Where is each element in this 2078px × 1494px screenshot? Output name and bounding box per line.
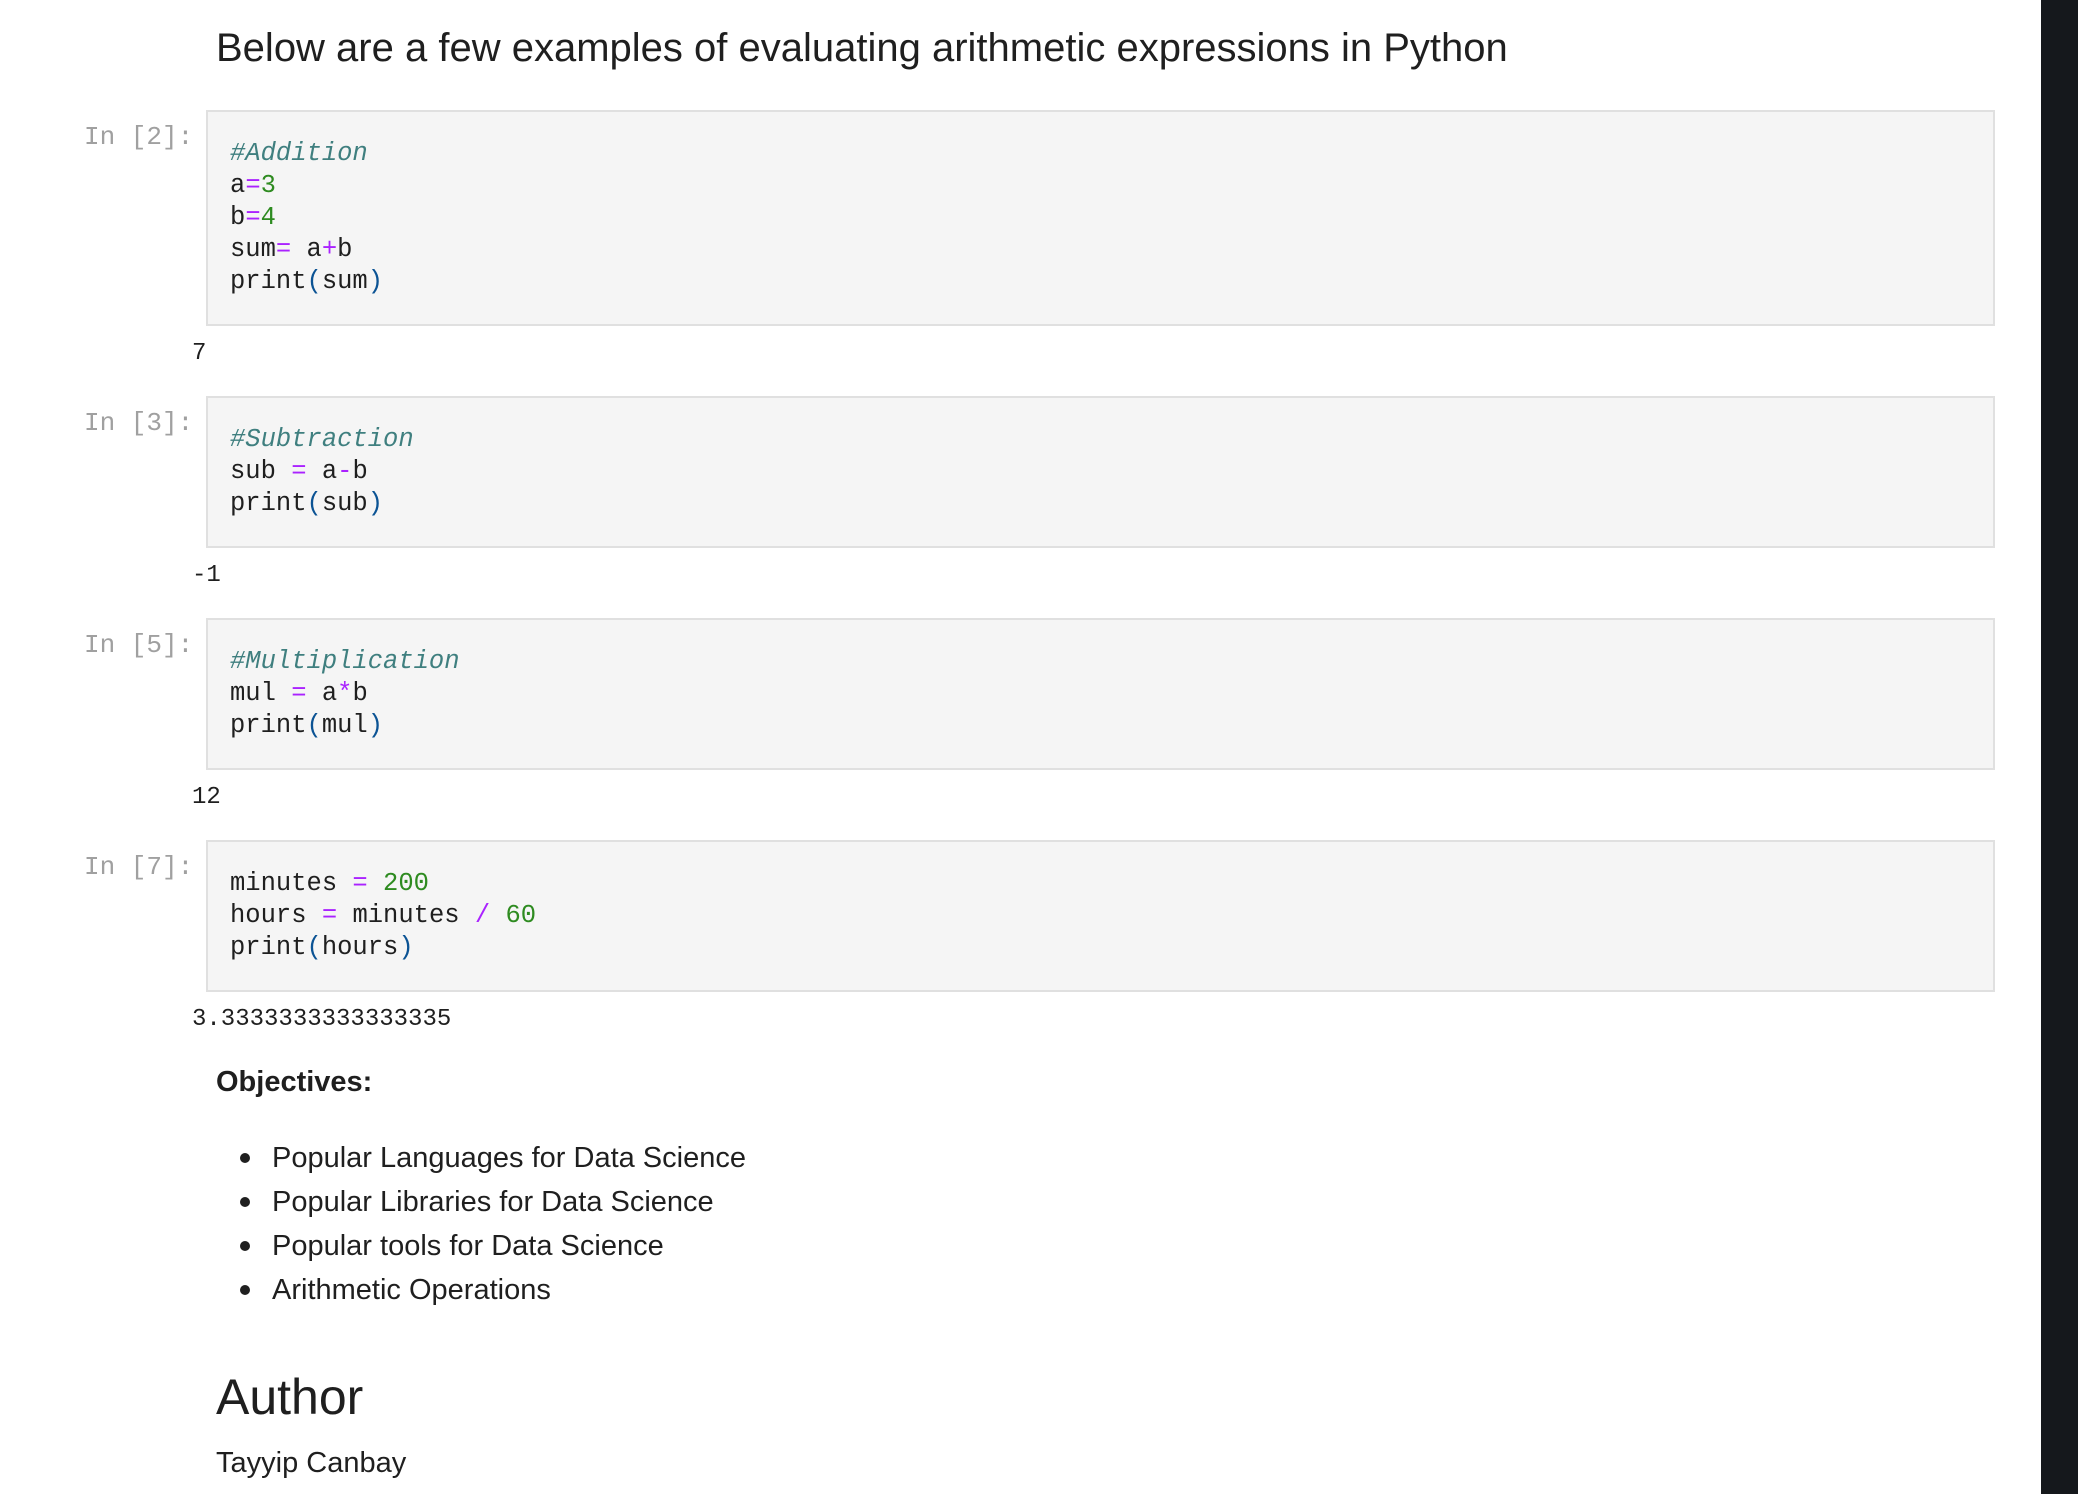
code-line: print(sum)	[230, 266, 1993, 298]
code-token: b	[352, 679, 368, 708]
code-line: print(sub)	[230, 488, 1993, 520]
code-line: sub = a-b	[230, 456, 1993, 488]
code-token: 4	[260, 203, 276, 232]
objectives-list: Popular Languages for Data Science Popul…	[240, 1136, 746, 1312]
code-token: (	[306, 267, 322, 296]
cell-prompt: In [2]:	[84, 122, 194, 152]
code-token: minutes	[337, 901, 475, 930]
code-line: sum= a+b	[230, 234, 1993, 266]
code-cell-multiplication[interactable]: #Multiplication mul = a*b print(mul)	[206, 618, 1995, 770]
code-token: print	[230, 933, 307, 962]
code-token: )	[367, 489, 384, 518]
code-line: #Addition	[230, 138, 1993, 170]
code-line: print(mul)	[230, 710, 1993, 742]
code-line: minutes = 200	[230, 868, 1993, 900]
code-token: )	[398, 933, 414, 962]
code-line: print(hours)	[230, 932, 1993, 964]
code-token: 200	[383, 869, 429, 898]
code-line: b=4	[230, 202, 1993, 234]
code-token: mul	[321, 711, 368, 740]
code-token: sum	[321, 267, 368, 296]
cell-output: -1	[192, 562, 221, 589]
code-line: #Multiplication	[230, 646, 1993, 678]
code-token: print	[230, 489, 307, 518]
code-cell-division[interactable]: minutes = 200 hours = minutes / 60 print(h…	[206, 840, 1995, 992]
code-token: =	[352, 869, 368, 898]
author-heading: Author	[216, 1369, 364, 1425]
code-token: b	[337, 235, 353, 264]
code-token: =	[291, 457, 307, 486]
code-line: hours = minutes / 60	[230, 900, 1993, 932]
code-token: )	[367, 711, 384, 740]
code-token: =	[245, 203, 261, 232]
code-token: print	[230, 267, 307, 296]
list-item: Arithmetic Operations	[240, 1268, 746, 1312]
code-token: a	[230, 171, 246, 200]
code-token: #Multiplication	[230, 647, 460, 676]
code-token: b	[230, 203, 246, 232]
code-line: #Subtraction	[230, 424, 1993, 456]
code-token: a	[291, 235, 322, 264]
code-line: a=3	[230, 170, 1993, 202]
markdown-heading: Below are a few examples of evaluating a…	[216, 26, 1508, 70]
code-token: =	[291, 679, 307, 708]
code-token: a	[306, 679, 338, 708]
list-item: Popular tools for Data Science	[240, 1224, 746, 1268]
cell-output: 3.3333333333333335	[192, 1006, 452, 1033]
cell-output: 12	[192, 784, 221, 811]
code-token: )	[367, 267, 384, 296]
code-cell-subtraction[interactable]: #Subtraction sub = a-b print(sub)	[206, 396, 1995, 548]
code-token: (	[306, 933, 322, 962]
cell-prompt: In [3]:	[84, 408, 194, 438]
code-token: #Addition	[230, 139, 368, 168]
objectives-title: Objectives:	[216, 1066, 373, 1098]
cell-prompt: In [5]:	[84, 630, 194, 660]
code-token: (	[306, 711, 322, 740]
code-token: sub	[321, 489, 368, 518]
code-token: (	[306, 489, 322, 518]
cell-output: 7	[192, 340, 207, 367]
code-token: a	[306, 457, 338, 486]
code-token: =	[321, 901, 338, 930]
list-item: Popular Libraries for Data Science	[240, 1180, 746, 1224]
code-token: b	[352, 457, 368, 486]
code-token: =	[245, 171, 261, 200]
code-token: 3	[260, 171, 276, 200]
window-edge-dark-bar	[2041, 0, 2078, 1494]
code-token: +	[321, 235, 338, 264]
list-item: Popular Languages for Data Science	[240, 1136, 746, 1180]
code-token: sum	[230, 235, 276, 264]
code-token: *	[337, 679, 353, 708]
code-token: /	[474, 901, 491, 930]
code-token: hours	[230, 901, 322, 930]
code-line: mul = a*b	[230, 678, 1993, 710]
cell-prompt: In [7]:	[84, 852, 194, 882]
code-token: sub	[230, 457, 292, 486]
code-token: 60	[505, 901, 537, 930]
code-token: #Subtraction	[230, 425, 414, 454]
code-token: mul	[230, 679, 292, 708]
code-token: =	[275, 235, 292, 264]
code-token: minutes	[230, 869, 353, 898]
code-token: hours	[321, 933, 399, 962]
code-token: -	[337, 457, 353, 486]
author-name: Tayyip Canbay	[216, 1447, 407, 1479]
code-token: print	[230, 711, 307, 740]
code-cell-addition[interactable]: #Addition a=3 b=4 sum= a+b print(sum)	[206, 110, 1995, 326]
